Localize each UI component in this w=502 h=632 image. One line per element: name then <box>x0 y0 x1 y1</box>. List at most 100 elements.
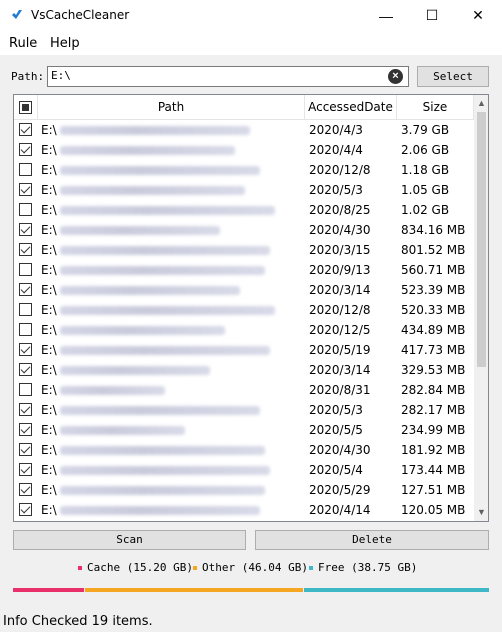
row-checkbox[interactable] <box>19 183 32 196</box>
table-row[interactable]: E:\ 2020/3/15 801.52 MB <box>14 240 474 260</box>
row-checkbox[interactable] <box>19 323 32 336</box>
row-date: 2020/3/15 <box>309 243 371 257</box>
table-row[interactable]: E:\ 2020/4/4 2.06 GB <box>14 140 474 160</box>
table-row[interactable]: E:\ 2020/5/3 1.05 GB <box>14 180 474 200</box>
close-button[interactable]: ✕ <box>455 0 501 31</box>
x-circle-icon[interactable]: × <box>388 69 403 84</box>
row-path: E:\ <box>41 200 303 220</box>
row-path: E:\ <box>41 500 303 520</box>
row-size: 120.05 MB <box>401 503 466 517</box>
delete-button[interactable]: Delete <box>255 530 489 550</box>
row-path: E:\ <box>41 340 303 360</box>
row-checkbox[interactable] <box>19 503 32 516</box>
table-row[interactable]: E:\ 2020/8/31 282.84 MB <box>14 380 474 400</box>
redacted-path <box>59 166 260 175</box>
table-row[interactable]: E:\ 2020/5/3 282.17 MB <box>14 400 474 420</box>
row-date: 2020/3/14 <box>309 363 371 377</box>
table-row[interactable]: E:\ 2020/5/5 234.99 MB <box>14 420 474 440</box>
row-path: E:\ <box>41 120 303 140</box>
row-checkbox[interactable] <box>19 383 32 396</box>
row-check-cell <box>14 140 38 160</box>
row-check-cell <box>14 160 38 180</box>
row-size: 2.06 GB <box>401 143 450 157</box>
row-path: E:\ <box>41 140 303 160</box>
maximize-button[interactable]: ☐ <box>409 0 455 31</box>
table-row[interactable]: E:\ 2020/4/3 3.79 GB <box>14 120 474 140</box>
table-row[interactable]: E:\ 2020/12/5 434.89 MB <box>14 320 474 340</box>
scan-button[interactable]: Scan <box>13 530 246 550</box>
row-path: E:\ <box>41 320 303 340</box>
row-path: E:\ <box>41 380 303 400</box>
row-path: E:\ <box>41 280 303 300</box>
legend-free-label: Free (38.75 GB) <box>318 561 418 574</box>
minimize-icon: — <box>379 7 393 24</box>
scroll-up-icon[interactable]: ▲ <box>474 95 488 112</box>
vertical-scrollbar[interactable]: ▲ ▼ <box>474 95 488 521</box>
row-path-text: E:\ <box>41 503 57 517</box>
row-checkbox[interactable] <box>19 223 32 236</box>
minimize-button[interactable]: — <box>363 0 409 31</box>
menu-help[interactable]: Help <box>50 36 80 51</box>
row-date: 2020/4/14 <box>309 503 371 517</box>
row-checkbox[interactable] <box>19 203 32 216</box>
table-row[interactable]: E:\ 2020/12/8 1.18 GB <box>14 160 474 180</box>
row-checkbox[interactable] <box>19 243 32 256</box>
table-row[interactable]: E:\ 2020/3/14 523.39 MB <box>14 280 474 300</box>
row-check-cell <box>14 240 38 260</box>
row-checkbox[interactable] <box>19 403 32 416</box>
row-size: 127.51 MB <box>401 483 466 497</box>
table-row[interactable]: E:\ 2020/5/4 173.44 MB <box>14 460 474 480</box>
row-date: 2020/12/8 <box>309 163 371 177</box>
row-checkbox[interactable] <box>19 263 32 276</box>
usage-bar-cache <box>13 588 84 592</box>
column-header-path[interactable]: Path <box>38 95 305 120</box>
row-path-text: E:\ <box>41 223 57 237</box>
row-check-cell <box>14 400 38 420</box>
column-header-size[interactable]: ﹀ Size <box>397 95 474 120</box>
row-checkbox[interactable] <box>19 343 32 356</box>
row-checkbox[interactable] <box>19 363 32 376</box>
row-checkbox[interactable] <box>19 283 32 296</box>
scroll-thumb[interactable] <box>477 112 486 367</box>
row-check-cell <box>14 460 38 480</box>
row-date: 2020/8/25 <box>309 203 371 217</box>
legend-free: Free (38.75 GB) <box>309 561 417 574</box>
row-checkbox[interactable] <box>19 143 32 156</box>
row-date: 2020/5/19 <box>309 343 371 357</box>
select-button[interactable]: Select <box>417 66 489 87</box>
table-row[interactable]: E:\ 2020/5/29 127.51 MB <box>14 480 474 500</box>
scroll-down-icon[interactable]: ▼ <box>474 504 488 521</box>
row-date: 2020/4/30 <box>309 443 371 457</box>
table-row[interactable]: E:\ 2020/9/13 560.71 MB <box>14 260 474 280</box>
table-row[interactable]: E:\ 2020/8/25 1.02 GB <box>14 200 474 220</box>
table-row[interactable]: E:\ 2020/12/8 520.33 MB <box>14 300 474 320</box>
row-checkbox[interactable] <box>19 443 32 456</box>
row-path: E:\ <box>41 240 303 260</box>
select-all-checkbox[interactable] <box>19 101 32 114</box>
row-checkbox[interactable] <box>19 463 32 476</box>
row-checkbox[interactable] <box>19 163 32 176</box>
row-path: E:\ <box>41 260 303 280</box>
redacted-path <box>59 386 165 395</box>
row-checkbox[interactable] <box>19 483 32 496</box>
row-size: 834.16 MB <box>401 223 466 237</box>
table-row[interactable]: E:\ 2020/4/14 120.05 MB <box>14 500 474 520</box>
menu-rule[interactable]: Rule <box>9 36 37 51</box>
row-checkbox[interactable] <box>19 423 32 436</box>
row-checkbox[interactable] <box>19 123 32 136</box>
row-path: E:\ <box>41 300 303 320</box>
redacted-path <box>59 346 270 355</box>
row-checkbox[interactable] <box>19 303 32 316</box>
title-bar: VsCacheCleaner — ☐ ✕ <box>0 0 502 31</box>
row-path-text: E:\ <box>41 123 57 137</box>
column-header-date[interactable]: AccessedDate <box>305 95 397 120</box>
row-check-cell <box>14 340 38 360</box>
path-input[interactable]: E:\ × <box>47 66 409 87</box>
table-row[interactable]: E:\ 2020/3/14 329.53 MB <box>14 360 474 380</box>
table-row[interactable]: E:\ 2020/5/19 417.73 MB <box>14 340 474 360</box>
table-row[interactable]: E:\ 2020/4/30 834.16 MB <box>14 220 474 240</box>
table-row[interactable]: E:\ 2020/4/30 181.92 MB <box>14 440 474 460</box>
maximize-icon: ☐ <box>425 7 439 23</box>
row-check-cell <box>14 440 38 460</box>
column-header-size-label: Size <box>422 100 448 114</box>
